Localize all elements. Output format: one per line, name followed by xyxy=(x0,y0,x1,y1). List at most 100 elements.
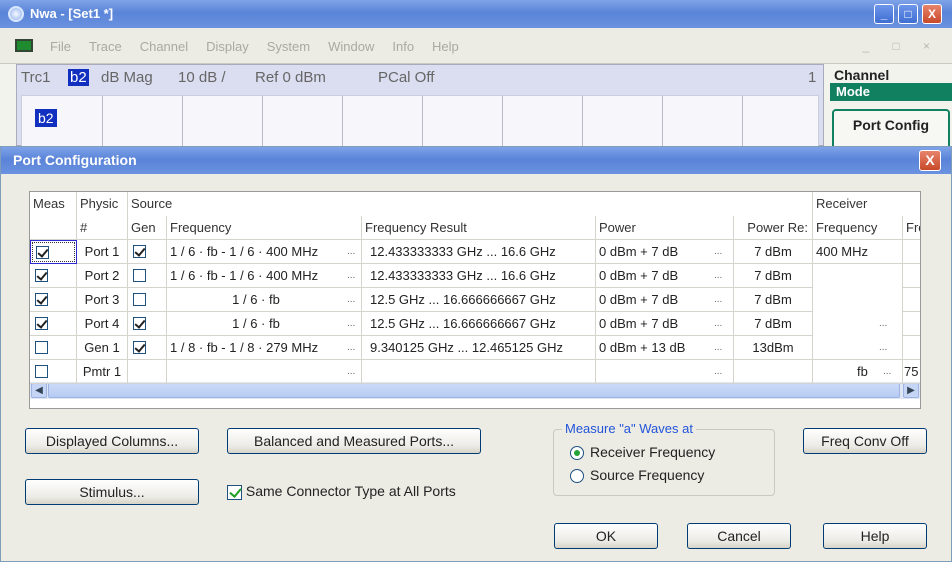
source-frequency-label[interactable]: Source Frequency xyxy=(590,467,704,483)
receiver-frequency-label[interactable]: Receiver Frequency xyxy=(590,444,715,460)
freq-conv-button[interactable]: Freq Conv Off xyxy=(803,428,927,454)
frequency-cell[interactable]: 1 / 6 · fb... xyxy=(167,312,362,336)
meas-cell[interactable] xyxy=(30,264,77,288)
rx-frequency-cell[interactable] xyxy=(813,288,903,312)
menu-item-file[interactable]: File xyxy=(50,39,71,54)
power-cell[interactable]: 0 dBm + 7 dB... xyxy=(596,264,734,288)
power-edit-button[interactable]: ... xyxy=(714,264,722,287)
trace-name[interactable]: Trc1 xyxy=(21,69,50,86)
col-header-power-result: Power Re: xyxy=(734,216,813,240)
gen-cell[interactable] xyxy=(128,240,167,264)
source-frequency-radio[interactable] xyxy=(570,469,584,483)
same-connector-option[interactable]: Same Connector Type at All Ports xyxy=(227,483,456,500)
power-cell[interactable]: ... xyxy=(596,360,734,384)
ok-button[interactable]: OK xyxy=(554,523,658,549)
frequency-edit-button[interactable]: ... xyxy=(347,240,355,263)
frequency-cell[interactable]: 1 / 8 · fb - 1 / 8 · 279 MHz... xyxy=(167,336,362,360)
rx-frequency-cell[interactable]: ... xyxy=(813,336,903,360)
menu-item-window[interactable]: Window xyxy=(328,39,374,54)
port-table: ◀ ▶ Meas Physic Source Receiver # Gen Frequenc… xyxy=(29,191,921,409)
frequency-edit-button[interactable]: ... xyxy=(347,264,355,287)
frequency-edit-button[interactable]: ... xyxy=(347,336,355,359)
power-cell[interactable]: 0 dBm + 13 dB... xyxy=(596,336,734,360)
frequency-value: 1 / 6 · fb xyxy=(232,316,280,331)
rx-frequency-edit-button[interactable]: ... xyxy=(883,360,891,383)
power-cell[interactable]: 0 dBm + 7 dB... xyxy=(596,288,734,312)
gen-checkbox[interactable] xyxy=(133,269,146,283)
softkey-panel: Channel Mode Port Config xyxy=(824,64,952,155)
gen-cell[interactable] xyxy=(128,336,167,360)
meas-cell[interactable] xyxy=(30,336,77,360)
menu-item-display[interactable]: Display xyxy=(206,39,249,54)
trace-format[interactable]: dB Mag xyxy=(101,69,153,86)
frequency-edit-button[interactable]: ... xyxy=(347,360,355,383)
power-value: 0 dBm + 7 dB xyxy=(599,316,679,331)
menu-item-help[interactable]: Help xyxy=(432,39,459,54)
gen-cell[interactable] xyxy=(128,360,167,384)
dialog-close-button[interactable]: X xyxy=(919,150,941,171)
rx-frequency-cell[interactable]: 400 MHz xyxy=(813,240,903,264)
trace-pcal[interactable]: PCal Off xyxy=(378,69,434,86)
rx-frequency-edit-button[interactable]: ... xyxy=(879,312,887,336)
scroll-thumb[interactable] xyxy=(48,383,900,398)
rx-frequency-cell[interactable] xyxy=(813,264,903,288)
menu-item-system[interactable]: System xyxy=(267,39,310,54)
menu-item-channel[interactable]: Channel xyxy=(140,39,188,54)
help-button[interactable]: Help xyxy=(823,523,927,549)
power-cell[interactable]: 0 dBm + 7 dB... xyxy=(596,240,734,264)
meas-checkbox[interactable] xyxy=(35,341,48,355)
col-header-fre: Fre xyxy=(903,216,920,240)
rx-frequency-edit-button[interactable]: ... xyxy=(879,336,887,359)
gen-checkbox[interactable] xyxy=(133,317,146,331)
frequency-cell[interactable]: 1 / 6 · fb - 1 / 6 · 400 MHz... xyxy=(167,264,362,288)
maximize-button[interactable]: □ xyxy=(898,4,918,24)
meas-cell[interactable] xyxy=(30,288,77,312)
gen-checkbox[interactable] xyxy=(133,293,146,307)
gen-cell[interactable] xyxy=(128,312,167,336)
meas-cell[interactable] xyxy=(30,240,77,264)
power-edit-button[interactable]: ... xyxy=(714,360,722,383)
gen-checkbox[interactable] xyxy=(133,341,146,355)
scroll-left-icon[interactable]: ◀ xyxy=(31,383,47,398)
power-edit-button[interactable]: ... xyxy=(714,240,722,263)
stimulus-button[interactable]: Stimulus... xyxy=(25,479,199,505)
gen-cell[interactable] xyxy=(128,288,167,312)
displayed-columns-button[interactable]: Displayed Columns... xyxy=(25,428,199,454)
rx-frequency-cell[interactable]: ... xyxy=(813,312,903,336)
rx-frequency-cell[interactable]: fb... xyxy=(813,360,903,384)
scroll-right-icon[interactable]: ▶ xyxy=(903,383,919,398)
receiver-frequency-radio[interactable] xyxy=(570,446,584,460)
frequency-result: 9.340125 GHz ... 12.465125 GHz xyxy=(362,336,596,360)
trace-scale[interactable]: 10 dB / xyxy=(178,69,226,86)
meas-cell[interactable] xyxy=(30,360,77,384)
frequency-cell[interactable]: 1 / 6 · fb - 1 / 6 · 400 MHz... xyxy=(167,240,362,264)
frequency-edit-button[interactable]: ... xyxy=(347,312,355,335)
power-cell[interactable]: 0 dBm + 7 dB... xyxy=(596,312,734,336)
menu-item-info[interactable]: Info xyxy=(392,39,414,54)
cancel-button[interactable]: Cancel xyxy=(687,523,791,549)
same-connector-checkbox[interactable] xyxy=(227,484,242,500)
frequency-cell[interactable]: ... xyxy=(167,360,362,384)
power-edit-button[interactable]: ... xyxy=(714,288,722,311)
mdi-window-controls[interactable]: _ □ × xyxy=(862,39,940,53)
meas-checkbox[interactable] xyxy=(35,293,48,307)
power-edit-button[interactable]: ... xyxy=(714,336,722,359)
meas-checkbox[interactable] xyxy=(36,246,49,260)
menu-item-trace[interactable]: Trace xyxy=(89,39,122,54)
minimize-button[interactable]: _ xyxy=(874,4,894,24)
horizontal-scrollbar[interactable]: ◀ ▶ xyxy=(30,382,920,399)
frequency-edit-button[interactable]: ... xyxy=(347,288,355,311)
close-button[interactable]: X xyxy=(922,4,942,24)
port-name: Port 1 xyxy=(77,240,128,264)
meas-checkbox[interactable] xyxy=(35,317,48,331)
meas-cell[interactable] xyxy=(30,312,77,336)
power-edit-button[interactable]: ... xyxy=(714,312,722,335)
gen-checkbox[interactable] xyxy=(133,245,146,259)
balanced-ports-button[interactable]: Balanced and Measured Ports... xyxy=(227,428,481,454)
gen-cell[interactable] xyxy=(128,264,167,288)
trace-ref[interactable]: Ref 0 dBm xyxy=(255,69,326,86)
trace-measure[interactable]: b2 xyxy=(68,69,89,86)
meas-checkbox[interactable] xyxy=(35,365,48,379)
meas-checkbox[interactable] xyxy=(35,269,48,283)
frequency-cell[interactable]: 1 / 6 · fb... xyxy=(167,288,362,312)
